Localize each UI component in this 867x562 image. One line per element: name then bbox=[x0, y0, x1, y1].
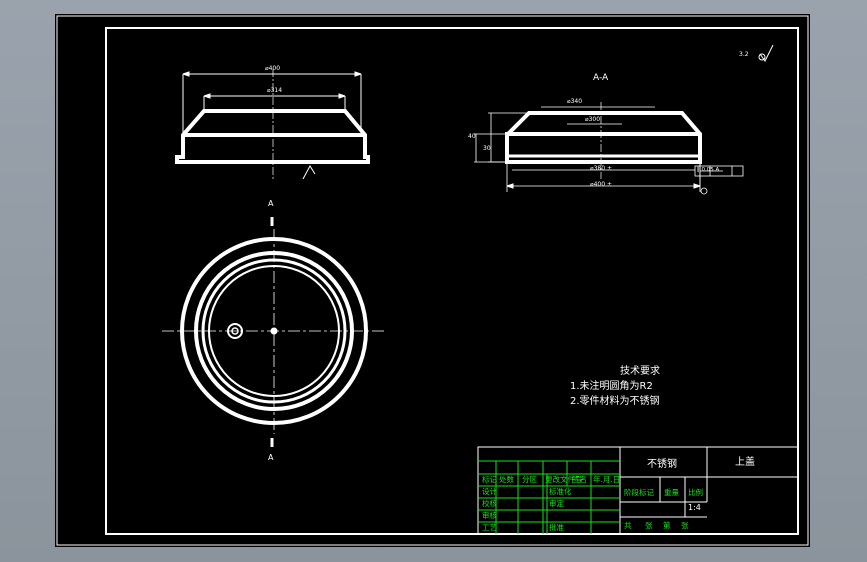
row-check: 校核 bbox=[482, 499, 497, 508]
dim-sec-h1: 40 bbox=[468, 133, 476, 140]
sheet-no: 第 bbox=[663, 521, 671, 530]
sheet-outer-frame bbox=[56, 15, 809, 546]
section-mark-top: A bbox=[268, 199, 274, 208]
notes-title: 技术要求 bbox=[620, 366, 660, 377]
sheet-no-unit: 张 bbox=[681, 521, 689, 530]
row-process: 工艺 bbox=[482, 523, 497, 532]
roughness-symbol bbox=[758, 44, 774, 62]
dim-sec-top: ⌀340 bbox=[567, 98, 583, 105]
dim-sec-inner: ⌀300 bbox=[585, 116, 601, 123]
mid-approve: 审定 bbox=[549, 499, 564, 508]
header-mark: 标记 bbox=[482, 475, 497, 484]
right-scale: 比例 bbox=[688, 488, 703, 497]
header-sign: 签名 bbox=[572, 475, 587, 484]
row-review: 审核 bbox=[482, 511, 497, 520]
sheet-total: 共 bbox=[624, 521, 632, 530]
dim-sec-bottom-a: ⌀380 ± bbox=[590, 165, 612, 172]
section-mark-bottom: A bbox=[268, 453, 274, 462]
section-title: A-A bbox=[593, 73, 609, 83]
mid-ratify: 批准 bbox=[549, 523, 564, 532]
notes-item-1: 1.未注明圆角为R2 bbox=[570, 381, 653, 392]
dim-top-outer: ⌀400 bbox=[265, 65, 281, 72]
right-weight: 重量 bbox=[664, 488, 679, 497]
sheet-inner-frame bbox=[105, 27, 799, 535]
row-design: 设计 bbox=[482, 487, 497, 496]
roughness-value: 3.2 bbox=[739, 51, 749, 58]
scale-value: 1:4 bbox=[688, 503, 701, 512]
tolerance-box: ∥ 0.05 A bbox=[697, 167, 720, 173]
front-view bbox=[175, 69, 370, 180]
header-date: 年.月.日 bbox=[593, 475, 621, 484]
plan-view bbox=[162, 217, 386, 447]
header-zone: 分区 bbox=[522, 475, 537, 484]
dim-sec-h2: 30 bbox=[483, 145, 491, 152]
mid-standard: 标准化 bbox=[549, 487, 572, 496]
cad-drawing bbox=[56, 15, 809, 546]
dim-top-inner: ⌀314 bbox=[267, 87, 283, 94]
part-name: 上盖 bbox=[735, 457, 755, 468]
right-stage: 阶段标记 bbox=[624, 488, 654, 497]
notes-item-2: 2.零件材料为不锈钢 bbox=[570, 396, 660, 407]
sheet-total-unit: 张 bbox=[645, 521, 653, 530]
header-count: 处数 bbox=[499, 475, 514, 484]
drawing-viewport[interactable]: ⌀400 ⌀314 A-A ⌀340 ⌀300 40 30 ⌀380 ± ⌀40… bbox=[55, 14, 810, 547]
dim-sec-bottom-b: ⌀400 ± bbox=[590, 181, 612, 188]
material-label: 不锈钢 bbox=[647, 459, 677, 470]
